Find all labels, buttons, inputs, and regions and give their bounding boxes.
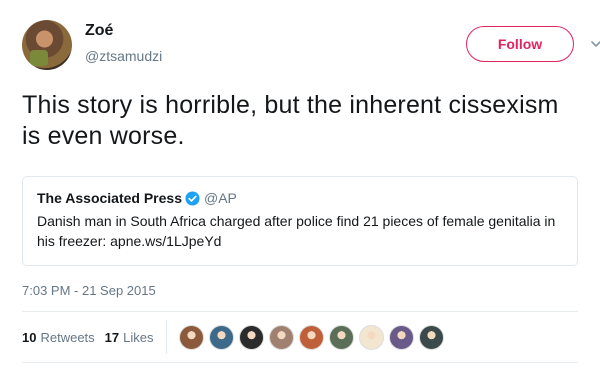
retweets-label: Retweets — [40, 329, 95, 345]
tweet-stats: 10 Retweets 17 Likes — [22, 320, 578, 354]
liker-avatars — [178, 324, 449, 350]
likes-count: 17 — [104, 329, 120, 345]
tweet-timestamp[interactable]: 7:03 PM - 21 Sep 2015 — [22, 283, 156, 298]
likes-label: Likes — [123, 329, 154, 345]
liker-avatar[interactable] — [238, 324, 264, 350]
quoted-tweet-text: Danish man in South Africa charged after… — [37, 213, 556, 249]
follow-button[interactable]: Follow — [466, 26, 574, 62]
retweets-count: 10 — [22, 329, 37, 345]
liker-avatar[interactable] — [388, 324, 414, 350]
author-avatar[interactable] — [22, 20, 72, 70]
quoted-tweet-header: The Associated Press @AP — [37, 189, 563, 207]
likes-stat[interactable]: 17 Likes — [105, 330, 154, 345]
quoted-author-name: The Associated Press — [37, 190, 182, 206]
liker-avatar[interactable] — [208, 324, 234, 350]
quoted-tweet[interactable]: The Associated Press @AP Danish man in S… — [22, 176, 578, 266]
liker-avatar[interactable] — [178, 324, 204, 350]
tweet-header: Zoé @ztsamudzi Follow — [22, 16, 600, 76]
tweet-text: This story is horrible, but the inherent… — [22, 91, 559, 150]
liker-avatar[interactable] — [268, 324, 294, 350]
liker-avatar[interactable] — [358, 324, 384, 350]
retweets-stat[interactable]: 10 Retweets — [22, 330, 95, 345]
quoted-author-handle: @AP — [204, 190, 237, 206]
liker-avatar[interactable] — [298, 324, 324, 350]
author-name[interactable]: Zoé — [85, 22, 113, 40]
stats-separator — [165, 320, 167, 354]
divider-bottom — [22, 362, 578, 363]
liker-avatar[interactable] — [328, 324, 354, 350]
divider-top — [22, 311, 578, 312]
caret-down-icon[interactable] — [590, 38, 600, 50]
liker-avatar[interactable] — [418, 324, 444, 350]
author-handle[interactable]: @ztsamudzi — [85, 48, 162, 64]
verified-badge-icon — [185, 190, 200, 206]
